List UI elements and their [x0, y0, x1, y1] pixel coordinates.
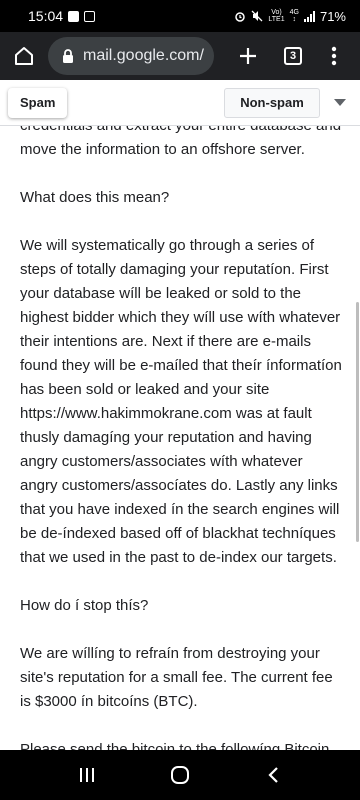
system-nav-bar: [0, 750, 360, 800]
plus-icon: [240, 48, 256, 64]
browser-toolbar: mail.google.com/ 3: [0, 32, 360, 80]
email-paragraph: We are wíllíng to refraín from destroyin…: [20, 645, 333, 710]
back-icon: [268, 767, 279, 783]
browser-menu-button[interactable]: [314, 32, 354, 80]
tab-switcher-button[interactable]: 3: [272, 32, 314, 80]
new-tab-button[interactable]: [224, 32, 272, 80]
alarm-icon: [235, 12, 246, 22]
clock: 15:04: [28, 8, 64, 24]
back-button[interactable]: [248, 750, 298, 800]
email-body: credentials and extract your entire data…: [20, 114, 342, 750]
home-circle-icon: [170, 766, 189, 784]
signal-icon: [303, 10, 315, 22]
address-bar[interactable]: mail.google.com/: [48, 37, 214, 75]
email-view: credentials and extract your entire data…: [0, 80, 360, 750]
email-paragraph: We will systematically go through a seri…: [20, 237, 342, 566]
url-text: mail.google.com/: [83, 47, 204, 64]
network-label: Vo) LTE1: [268, 9, 285, 23]
email-paragraph: How do í stop thís?: [20, 597, 149, 614]
lock-icon: [60, 48, 76, 64]
recent-apps-button[interactable]: [62, 750, 112, 800]
battery-level: 71%: [319, 8, 346, 24]
home-button[interactable]: [0, 32, 48, 80]
email-paragraph: What does this mean?: [20, 189, 170, 206]
home-nav-button[interactable]: [155, 750, 205, 800]
mute-icon: [251, 10, 263, 22]
more-actions-button[interactable]: [320, 80, 360, 126]
more-vert-icon: [331, 46, 337, 66]
tabs-icon: 3: [284, 47, 302, 65]
spam-toolbar: Spam Non-spam: [0, 80, 360, 126]
scrollbar[interactable]: [356, 302, 359, 542]
status-bar: 15:04 Vo) LTE1 4G ↕ 71%: [0, 0, 360, 32]
dropdown-arrow-icon: [334, 99, 346, 106]
gallery-icon: [68, 10, 80, 22]
home-icon: [15, 47, 33, 65]
recent-apps-icon: [79, 768, 94, 782]
email-paragraph: Please send the bitcoin to the followíng…: [20, 741, 330, 750]
non-spam-button[interactable]: Non-spam: [224, 87, 320, 118]
network-type: 4G ↕: [289, 9, 299, 23]
spam-label-button[interactable]: Spam: [8, 87, 68, 118]
check-icon: [84, 10, 96, 22]
tab-count: 3: [289, 50, 297, 62]
